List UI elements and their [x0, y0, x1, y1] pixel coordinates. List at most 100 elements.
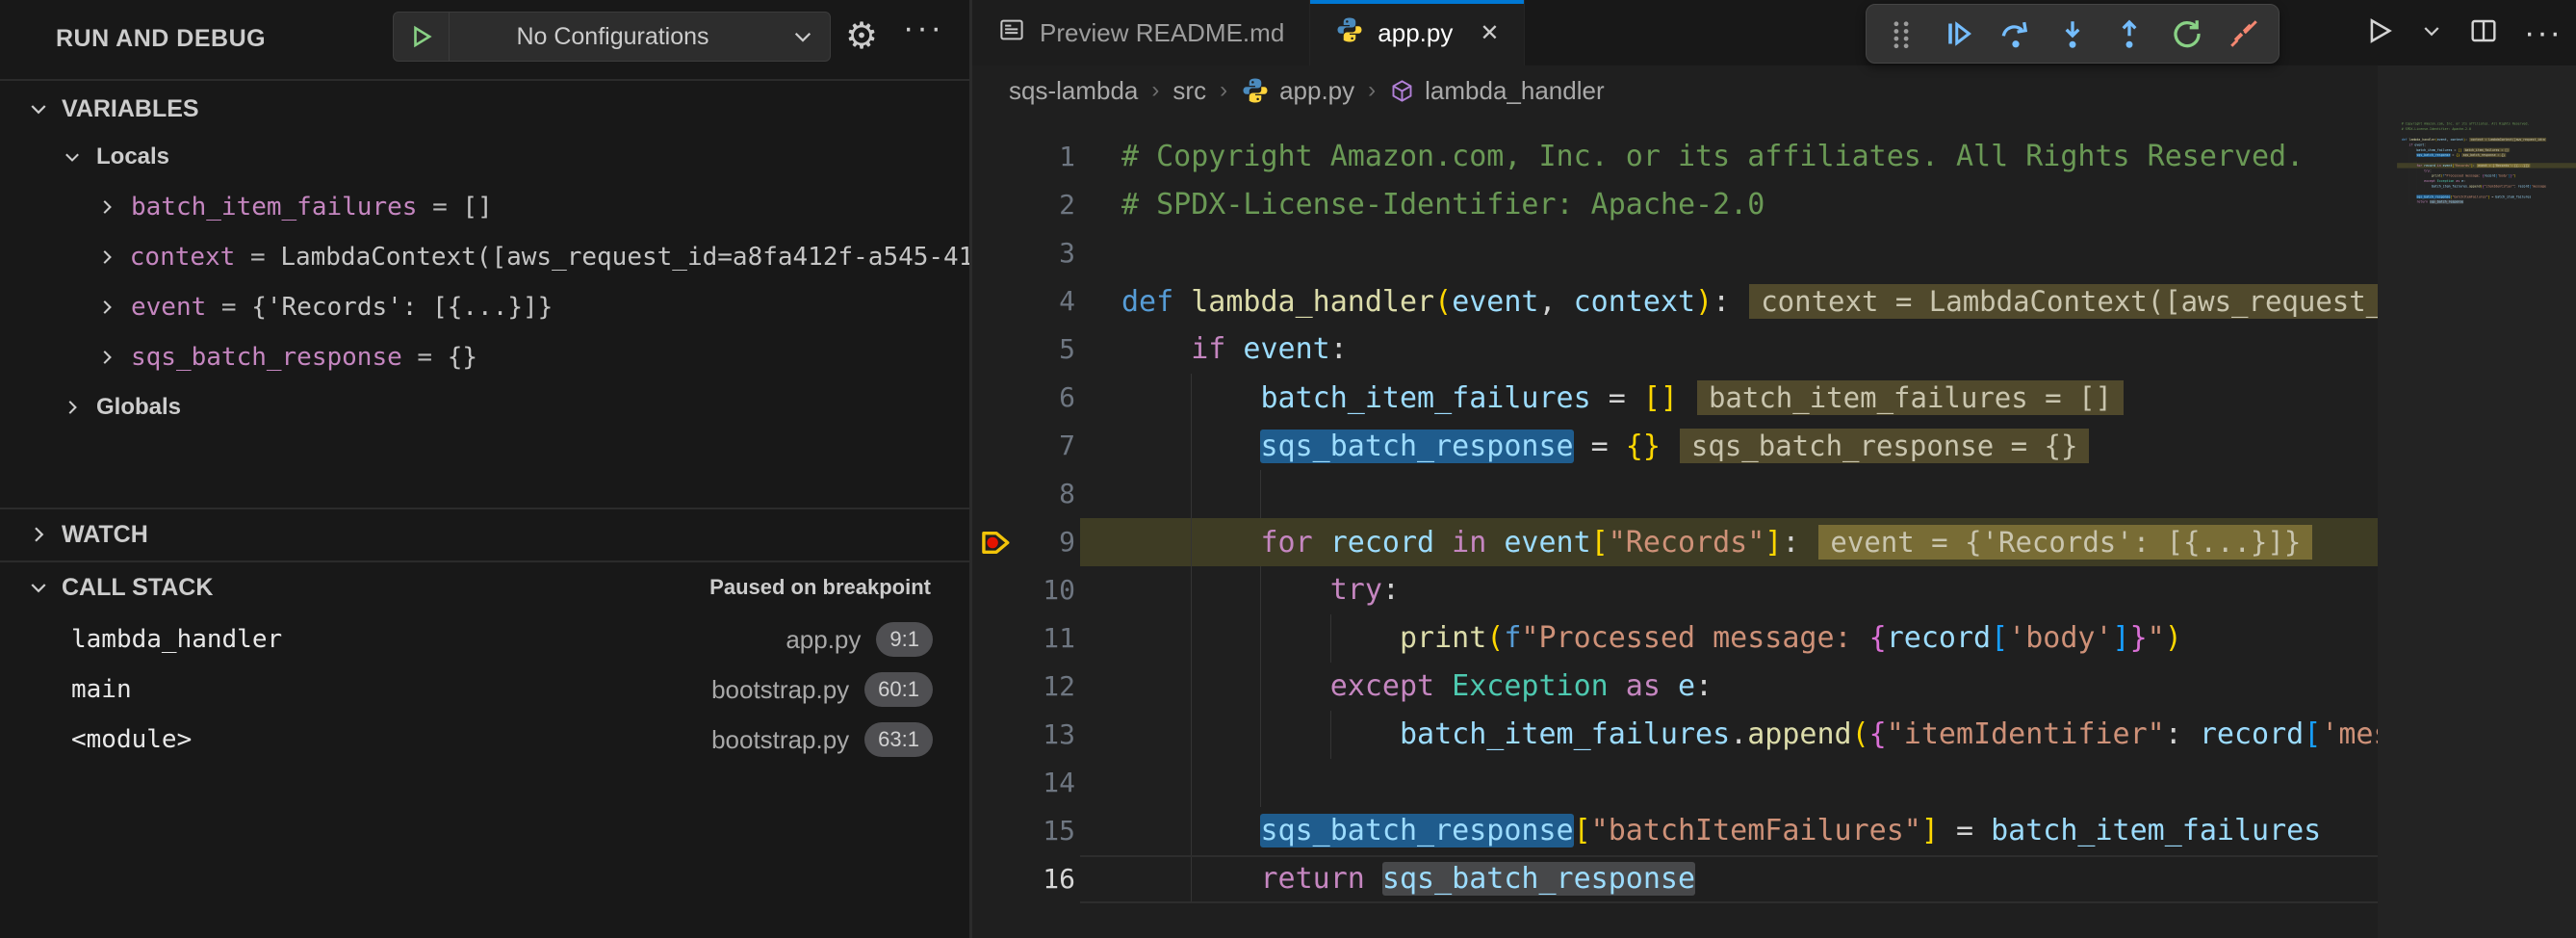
tab-preview-readme-md[interactable]: Preview README.md	[972, 0, 1310, 65]
line-number: 7	[1059, 422, 1075, 470]
code-line-12[interactable]: 12except Exception as e:	[972, 663, 2378, 711]
variable-row-event[interactable]: event = {'Records': [{...}]}	[0, 283, 969, 331]
code-line-14[interactable]: 14	[972, 759, 2378, 807]
stack-frame-row[interactable]: mainbootstrap.py60:1	[0, 664, 969, 715]
close-icon[interactable]: ✕	[1480, 19, 1499, 47]
run-button[interactable]	[2362, 14, 2395, 52]
gutter[interactable]: 1	[972, 133, 1121, 181]
breadcrumb-label: lambda_handler	[1425, 76, 1604, 106]
more-actions-button[interactable]: ···	[2524, 14, 2563, 52]
breadcrumb[interactable]: sqs-lambda›src›app.py›lambda_handler	[1009, 67, 1605, 114]
code-line-3[interactable]: 3	[972, 229, 2378, 277]
stack-frame-row[interactable]: lambda_handlerapp.py9:1	[0, 614, 969, 664]
continue-button[interactable]	[1937, 12, 1981, 56]
variable-row-sqs_batch_response[interactable]: sqs_batch_response = {}	[0, 333, 969, 381]
gutter[interactable]: 15	[972, 807, 1121, 855]
line-number: 3	[1059, 229, 1075, 277]
line-number: 13	[1043, 711, 1075, 759]
chevron-right-icon	[62, 397, 87, 418]
gutter[interactable]: 16	[972, 855, 1121, 903]
code-line-2[interactable]: 2# SPDX-License-Identifier: Apache-2.0	[972, 181, 2378, 229]
gutter[interactable]: 2	[972, 181, 1121, 229]
python-icon	[1241, 76, 1270, 105]
code-text: sqs_batch_response = {}sqs_batch_respons…	[1121, 422, 2089, 470]
call-stack-section-header[interactable]: CALL STACK Paused on breakpoint	[0, 563, 969, 612]
breadcrumb-item-src[interactable]: src	[1172, 76, 1206, 106]
chevron-right-icon	[96, 347, 121, 368]
step-into-button[interactable]	[2050, 12, 2095, 56]
code-line-15[interactable]: 15sqs_batch_response["batchItemFailures"…	[972, 807, 2378, 855]
code-line-13[interactable]: 13batch_item_failures.append({"itemIdent…	[972, 711, 2378, 759]
code-lines: 1# Copyright Amazon.com, Inc. or its aff…	[972, 133, 2378, 903]
run-dropdown-chevron[interactable]	[2420, 19, 2443, 47]
gear-icon[interactable]: ⚙	[845, 13, 878, 60]
inline-debug-value: sqs_batch_response = {}	[1680, 429, 2090, 463]
debug-toolbar	[1866, 4, 2280, 64]
stack-frame-row[interactable]: <module>bootstrap.py63:1	[0, 715, 969, 765]
gutter[interactable]: 14	[972, 759, 1121, 807]
gutter[interactable]: 5	[972, 326, 1121, 374]
chevron-right-icon	[27, 523, 52, 546]
code-line-7[interactable]: 7 sqs_batch_response = {}sqs_batch_respon…	[972, 422, 2378, 470]
code-line-9[interactable]: 9for record in event["Records"]:event = …	[972, 518, 2378, 566]
variable-name: event	[131, 293, 206, 322]
code-line-10[interactable]: 10try:	[972, 566, 2378, 614]
breadcrumb-item-sqs-lambda[interactable]: sqs-lambda	[1009, 76, 1138, 106]
code-area[interactable]: 1# Copyright Amazon.com, Inc. or its aff…	[972, 133, 2378, 919]
tab-app-py[interactable]: app.py✕	[1310, 0, 1525, 65]
code-line-4[interactable]: 4def lambda_handler(event, context):cont…	[972, 277, 2378, 326]
code-text: try:	[1121, 566, 1400, 614]
tab-label: Preview README.md	[1040, 18, 1284, 48]
gutter[interactable]: 10	[972, 566, 1121, 614]
disconnect-button[interactable]	[2222, 12, 2266, 56]
variable-row-context[interactable]: context = LambdaContext([aws_request_id=…	[0, 233, 969, 281]
step-over-button[interactable]	[1994, 12, 2038, 56]
breadcrumb-item-app-py[interactable]: app.py	[1241, 76, 1354, 106]
code-line-5[interactable]: 5if event:	[972, 326, 2378, 374]
code-line-16[interactable]: 16return sqs_batch_response	[972, 855, 2378, 903]
ellipsis-icon[interactable]: ···	[903, 10, 944, 47]
breakpoint-current-statement-icon[interactable]	[980, 527, 1013, 566]
restart-button[interactable]	[2165, 12, 2209, 56]
code-line-1[interactable]: 1# Copyright Amazon.com, Inc. or its aff…	[972, 133, 2378, 181]
inline-debug-value: context = LambdaContext([aws_request_id=…	[1749, 284, 2378, 319]
gutter[interactable]: 7	[972, 422, 1121, 470]
indent-guide	[1260, 663, 1261, 711]
gutter[interactable]: 13	[972, 711, 1121, 759]
variable-value: []	[462, 193, 492, 221]
minimap[interactable]: 1# Copyright Amazon.com, Inc. or its aff…	[2378, 65, 2576, 938]
gutter[interactable]: 6	[972, 374, 1121, 422]
gutter[interactable]: 4	[972, 277, 1121, 326]
breadcrumb-item-lambda-handler[interactable]: lambda_handler	[1389, 76, 1604, 106]
variable-row-batch_item_failures[interactable]: batch_item_failures = []	[0, 183, 969, 231]
code-line-6[interactable]: 6batch_item_failures = []batch_item_fail…	[972, 374, 2378, 422]
line-number: 4	[1059, 277, 1075, 326]
indent-guide	[1260, 711, 1261, 759]
gutter[interactable]: 11	[972, 614, 1121, 663]
gutter[interactable]: 8	[972, 470, 1121, 518]
code-line-8[interactable]: 8	[972, 470, 2378, 518]
split-editor-button[interactable]	[2468, 15, 2499, 51]
indent-guide	[1330, 711, 1331, 759]
start-debug-icon[interactable]	[394, 13, 450, 61]
minimap-code: 1# Copyright Amazon.com, Inc. or its aff…	[2385, 121, 2576, 204]
gutter[interactable]: 3	[972, 229, 1121, 277]
variables-section-label: VARIABLES	[62, 95, 199, 123]
drag-handle[interactable]	[1879, 12, 1923, 56]
frame-position-badge: 9:1	[876, 622, 933, 657]
variable-value: {}	[448, 343, 477, 372]
line-number: 16	[1043, 855, 1075, 903]
gutter[interactable]: 12	[972, 663, 1121, 711]
gutter[interactable]: 9	[972, 518, 1121, 566]
step-out-button[interactable]	[2107, 12, 2151, 56]
watch-section-header[interactable]: WATCH	[0, 510, 969, 559]
variables-section-header[interactable]: VARIABLES	[0, 85, 969, 133]
frame-file: bootstrap.py	[711, 675, 849, 705]
indent-guide	[1191, 807, 1192, 855]
debug-config-dropdown[interactable]: No Configurations	[393, 12, 831, 62]
variable-value: LambdaContext([aws_request_id=a8fa412f-a…	[280, 243, 969, 272]
line-number: 8	[1059, 470, 1075, 518]
code-line-11[interactable]: 11print(f"Processed message: {record['bo…	[972, 614, 2378, 663]
locals-scope-row[interactable]: Locals	[0, 133, 969, 181]
globals-scope-row[interactable]: Globals	[0, 383, 969, 431]
